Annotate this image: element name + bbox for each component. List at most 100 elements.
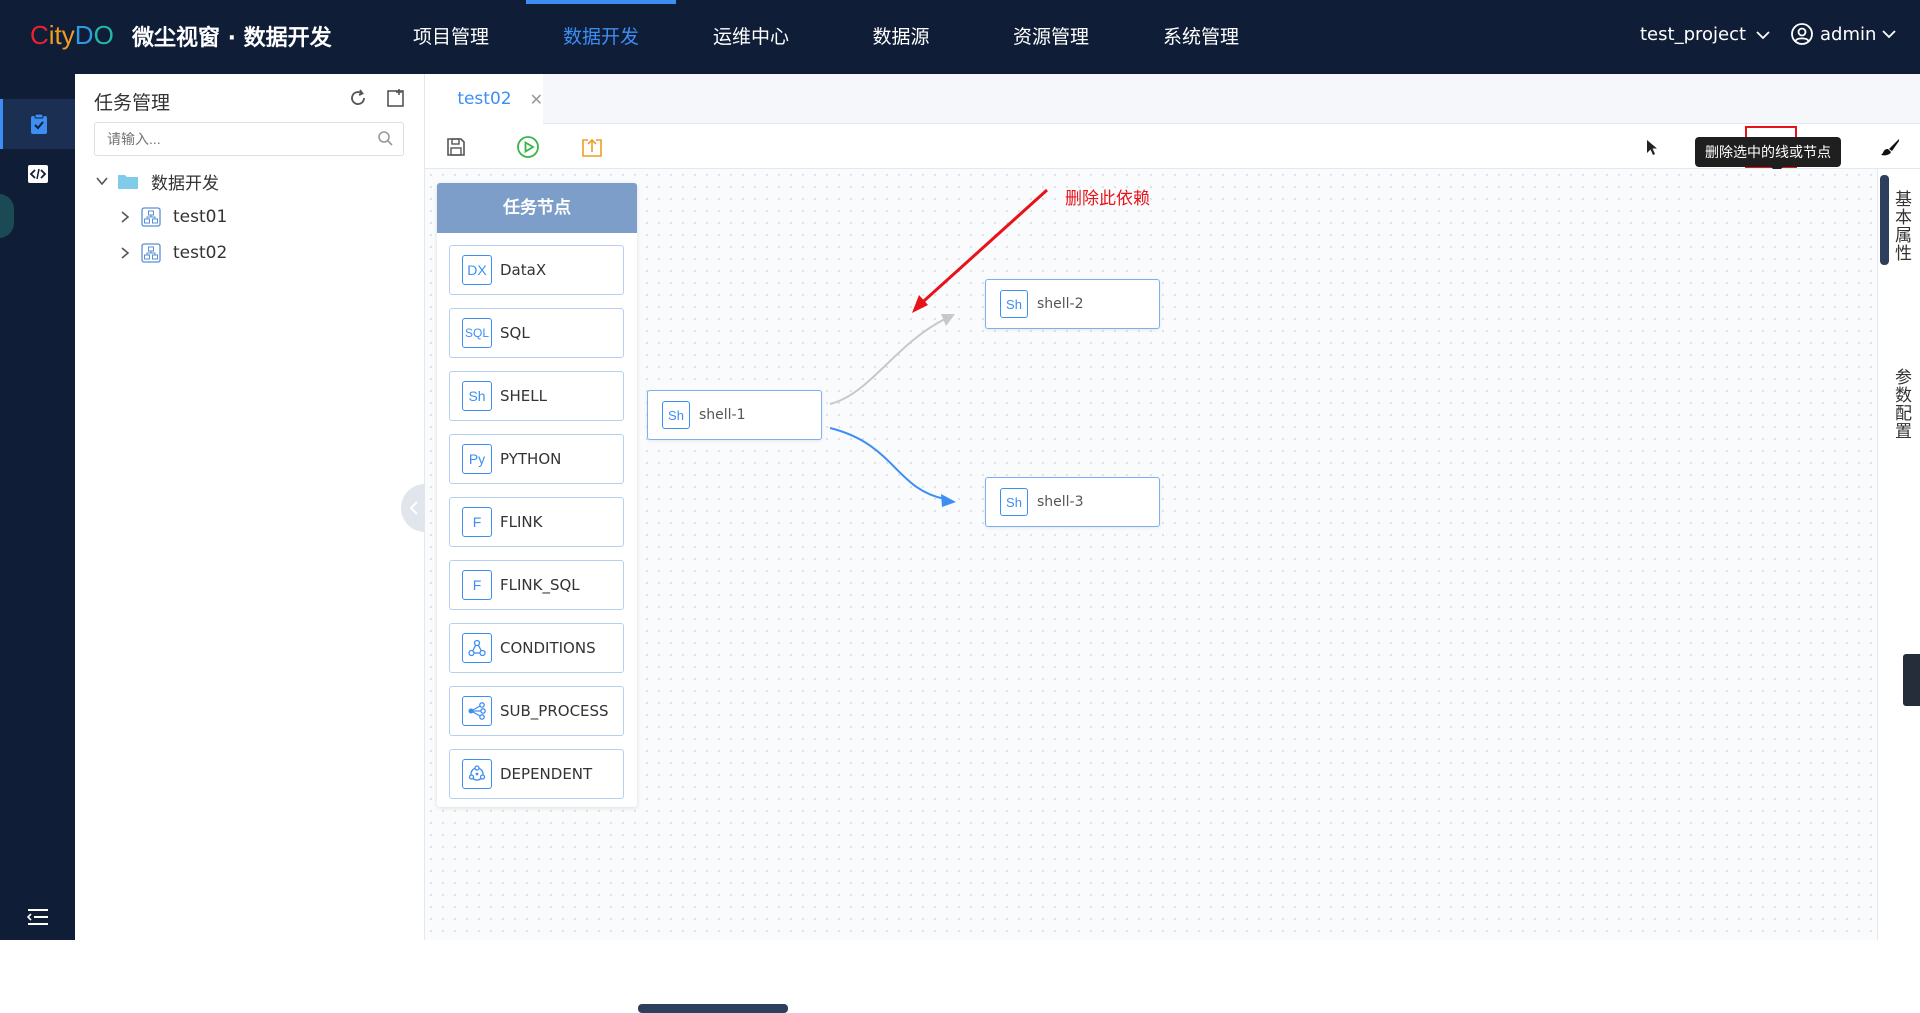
- palette-item-label: PYTHON: [500, 450, 561, 468]
- brush-icon: [1880, 137, 1900, 157]
- top-nav-bar: CityDO 微尘视窗 · 数据开发 项目管理 数据开发 运维中心 数据源 资源…: [0, 0, 1920, 74]
- panel-actions: [348, 88, 406, 108]
- shell-icon: Sh: [1000, 488, 1028, 516]
- nav-item-system-management[interactable]: 系统管理: [1126, 0, 1276, 74]
- dependent-icon: [462, 759, 492, 789]
- play-icon: [516, 135, 540, 159]
- task-search-input[interactable]: [94, 122, 404, 156]
- edge-shell1-shell2: [830, 319, 945, 404]
- left-rail: [0, 74, 75, 940]
- edge-arrowhead: [941, 494, 956, 507]
- palette-item-label: CONDITIONS: [500, 639, 596, 657]
- palette-item-label: DataX: [500, 261, 546, 279]
- project-name: test_project: [1640, 24, 1746, 45]
- chevron-down-icon: [1882, 29, 1896, 39]
- task-tree-panel: 任务管理 数据开发 test01 test02: [75, 74, 425, 940]
- palette-item-label: SUB_PROCESS: [500, 702, 609, 720]
- palette-item-datax[interactable]: DX DataX: [449, 245, 624, 295]
- palette-item-label: FLINK_SQL: [500, 576, 580, 594]
- clipboard-check-icon: [27, 112, 51, 136]
- delete-tooltip: 删除选中的线或节点: [1695, 137, 1841, 167]
- flow-node-shell-1[interactable]: Sh shell-1: [647, 390, 822, 440]
- refresh-icon[interactable]: [348, 88, 368, 108]
- publish-button[interactable]: [577, 132, 607, 162]
- main-nav: 项目管理 数据开发 运维中心 数据源 资源管理 系统管理: [376, 0, 1276, 74]
- tab-parameter-config[interactable]: 参数配置: [1895, 369, 1915, 441]
- palette-item-label: SHELL: [500, 387, 547, 405]
- nav-item-datasource[interactable]: 数据源: [826, 0, 976, 74]
- workflow-icon: [141, 243, 161, 263]
- palette-item-sub-process[interactable]: SUB_PROCESS: [449, 686, 624, 736]
- format-button[interactable]: [1875, 132, 1905, 162]
- palette-item-flink-sql[interactable]: F FLINK_SQL: [449, 560, 624, 610]
- chevron-right-icon: [119, 246, 131, 260]
- rail-floating-handle[interactable]: [0, 194, 14, 238]
- tab-test02[interactable]: test02 ✕: [425, 74, 543, 124]
- palette-item-label: SQL: [500, 324, 530, 342]
- user-icon: [1790, 22, 1814, 46]
- datax-icon: DX: [462, 255, 492, 285]
- tree-node-label: 数据开发: [151, 169, 219, 194]
- vertical-scrollbar[interactable]: [1880, 175, 1889, 265]
- sql-icon: SQL: [462, 318, 492, 348]
- horizontal-scrollbar[interactable]: [638, 1004, 788, 1013]
- palette-item-conditions[interactable]: CONDITIONS: [449, 623, 624, 673]
- palette-item-dependent[interactable]: DEPENDENT: [449, 749, 624, 799]
- chevron-left-icon: [409, 500, 419, 516]
- rail-menu-button[interactable]: [0, 892, 75, 942]
- floating-side-widget[interactable]: [1903, 654, 1920, 706]
- save-button[interactable]: [441, 132, 471, 162]
- close-icon[interactable]: ✕: [530, 90, 543, 109]
- pointer-icon: [1644, 138, 1660, 156]
- rail-task-button[interactable]: [0, 99, 75, 149]
- palette-item-shell[interactable]: Sh SHELL: [449, 371, 624, 421]
- palette-item-flink[interactable]: F FLINK: [449, 497, 624, 547]
- project-selector[interactable]: test_project: [1640, 24, 1770, 45]
- shell-icon: Sh: [462, 381, 492, 411]
- tree-node-root[interactable]: 数据开发: [95, 166, 219, 196]
- menu-icon: [27, 907, 49, 927]
- code-icon: [27, 163, 49, 185]
- workflow-icon: [141, 207, 161, 227]
- editor-toolbar: 删除选中的线或节点: [425, 124, 1920, 169]
- nav-item-data-development[interactable]: 数据开发: [526, 0, 676, 74]
- palette-item-python[interactable]: Py PYTHON: [449, 434, 624, 484]
- add-folder-icon[interactable]: [386, 88, 406, 108]
- user-menu[interactable]: admin: [1790, 22, 1896, 46]
- brand-title: 微尘视窗 · 数据开发: [132, 20, 332, 52]
- tree-node-test01[interactable]: test01: [119, 202, 227, 232]
- python-icon: Py: [462, 444, 492, 474]
- dag-canvas[interactable]: 任务节点 DX DataX SQL SQL Sh SHELL Py PYTHON…: [425, 169, 1877, 940]
- tree-node-label: test02: [173, 243, 227, 263]
- user-name: admin: [1820, 24, 1876, 45]
- run-button[interactable]: [513, 132, 543, 162]
- tree-node-label: test01: [173, 207, 227, 227]
- chevron-down-icon: [1756, 30, 1770, 40]
- rail-code-button[interactable]: [0, 149, 75, 199]
- properties-panel: 基本属性 参数配置: [1877, 169, 1920, 940]
- citydo-logo: CityDO: [30, 20, 114, 51]
- nav-item-ops-center[interactable]: 运维中心: [676, 0, 826, 74]
- upload-icon: [581, 136, 603, 158]
- palette-item-label: FLINK: [500, 513, 542, 531]
- subprocess-icon: [462, 696, 492, 726]
- flow-node-shell-2[interactable]: Sh shell-2: [985, 279, 1160, 329]
- palette-title: 任务节点: [437, 183, 637, 233]
- select-tool-button[interactable]: [1637, 132, 1667, 162]
- shell-icon: Sh: [1000, 290, 1028, 318]
- flow-node-shell-3[interactable]: Sh shell-3: [985, 477, 1160, 527]
- annotation-text: 删除此依赖: [1065, 184, 1150, 209]
- search-icon[interactable]: [377, 130, 393, 146]
- nav-item-resource-management[interactable]: 资源管理: [976, 0, 1126, 74]
- chevron-down-icon: [95, 174, 109, 188]
- edge-arrowhead: [941, 314, 955, 326]
- tree-node-test02[interactable]: test02: [119, 238, 227, 268]
- conditions-icon: [462, 633, 492, 663]
- chevron-right-icon: [119, 210, 131, 224]
- save-icon: [446, 137, 466, 157]
- nav-item-project-management[interactable]: 项目管理: [376, 0, 526, 74]
- task-node-palette: 任务节点 DX DataX SQL SQL Sh SHELL Py PYTHON…: [437, 183, 637, 807]
- palette-item-sql[interactable]: SQL SQL: [449, 308, 624, 358]
- flow-node-label: shell-2: [1037, 296, 1084, 312]
- tab-basic-properties[interactable]: 基本属性: [1895, 191, 1915, 263]
